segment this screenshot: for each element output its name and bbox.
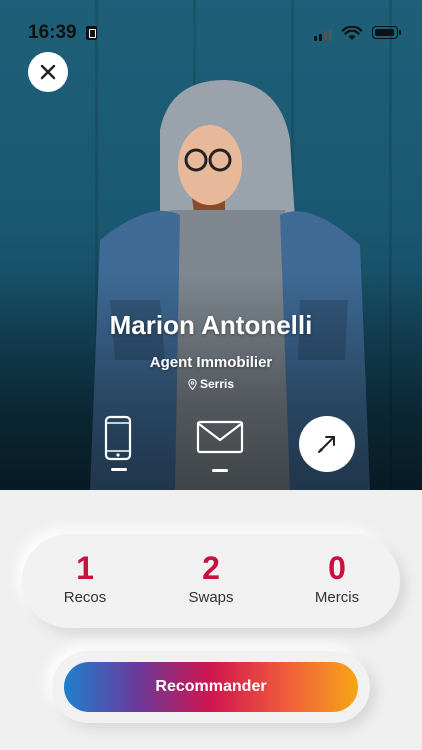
stat-value: 1	[76, 550, 94, 586]
call-button[interactable]	[104, 415, 134, 471]
stat-value: 0	[328, 550, 346, 586]
location-pin-icon	[188, 378, 197, 390]
share-arrow-icon	[318, 436, 335, 453]
recommend-button[interactable]: Recommander	[64, 662, 358, 712]
status-time: 16:39	[28, 22, 77, 43]
stat-label: Recos	[63, 589, 107, 606]
wifi-icon	[342, 26, 362, 40]
status-bar: 16:39	[0, 0, 422, 60]
stat-swaps[interactable]: 2 Swaps	[148, 534, 274, 628]
stat-label: Mercis	[314, 589, 360, 606]
stat-recos[interactable]: 1 Recos	[22, 534, 148, 628]
email-indicator	[212, 469, 228, 472]
profile-name: Marion Antonelli	[109, 310, 313, 340]
battery-icon	[372, 26, 401, 39]
stat-label: Swaps	[188, 589, 234, 606]
stat-value: 2	[202, 550, 220, 586]
share-button[interactable]	[299, 416, 355, 472]
stats-card: 1 Recos 2 Swaps 0 Mercis	[22, 534, 400, 628]
stat-mercis[interactable]: 0 Mercis	[274, 534, 400, 628]
sim-card-icon	[86, 26, 97, 40]
phone-icon	[104, 415, 132, 461]
close-button[interactable]	[28, 52, 68, 92]
mail-icon	[196, 420, 244, 454]
profile-job-title: Agent Immobilier	[149, 354, 273, 371]
cta-container: Recommander	[52, 651, 370, 723]
close-icon	[40, 64, 56, 80]
location-label: Serris	[199, 377, 235, 391]
email-button[interactable]	[196, 420, 244, 472]
profile-location: Serris	[0, 377, 422, 391]
call-indicator	[111, 468, 127, 471]
